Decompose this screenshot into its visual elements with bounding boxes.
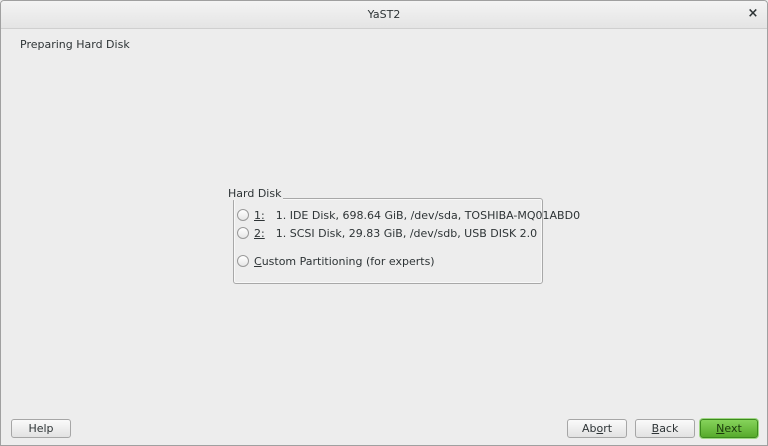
yast-window: YaST2 × Preparing Hard Disk Hard Disk 1:… <box>0 0 768 446</box>
disk-option-2-number: 2: <box>254 226 265 240</box>
custom-partitioning-label-rest: ustom Partitioning (for experts) <box>261 254 435 268</box>
hard-disk-group-label: Hard Disk <box>228 187 284 200</box>
back-button[interactable]: Back <box>635 419 695 438</box>
next-label-rest: ext <box>724 422 742 435</box>
custom-partitioning-option[interactable]: Custom Partitioning (for experts) <box>237 253 435 269</box>
abort-button[interactable]: Abort <box>567 419 627 438</box>
radio-button-icon[interactable] <box>237 255 249 267</box>
disk-option-2-label: 1. SCSI Disk, 29.83 GiB, /dev/sdb, USB D… <box>275 226 538 240</box>
abort-label-pre: Ab <box>581 422 597 435</box>
disk-option-2[interactable]: 2: 1. SCSI Disk, 29.83 GiB, /dev/sdb, US… <box>237 225 537 241</box>
abort-label-post: rt <box>603 422 613 435</box>
title-bar[interactable]: YaST2 × <box>1 1 767 29</box>
page-title: Preparing Hard Disk <box>20 38 130 51</box>
back-label-rest: ack <box>659 422 679 435</box>
custom-partitioning-mnemonic: C <box>254 254 262 268</box>
help-button[interactable]: Help <box>11 419 71 438</box>
close-icon[interactable]: × <box>745 6 761 22</box>
disk-option-1[interactable]: 1: 1. IDE Disk, 698.64 GiB, /dev/sda, TO… <box>237 207 580 223</box>
window-title: YaST2 <box>367 8 401 21</box>
disk-option-1-label: 1. IDE Disk, 698.64 GiB, /dev/sda, TOSHI… <box>275 208 581 222</box>
radio-button-icon[interactable] <box>237 209 249 221</box>
custom-partitioning-label: Custom Partitioning (for experts) <box>254 255 435 268</box>
disk-option-1-number: 1: <box>254 208 265 222</box>
next-button[interactable]: Next <box>700 419 758 438</box>
radio-button-icon[interactable] <box>237 227 249 239</box>
